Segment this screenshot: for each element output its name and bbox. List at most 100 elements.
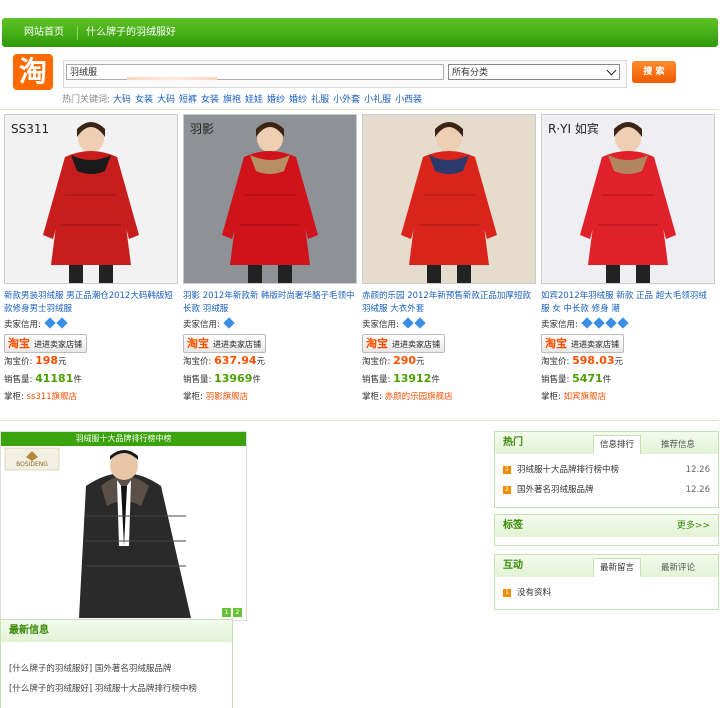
price-value: 598.03: [572, 354, 615, 367]
banner-image: BOSIDENG: [1, 446, 246, 618]
nav-current-link[interactable]: 什么牌子的羽绒服好: [86, 18, 176, 47]
diamond-rating: [222, 317, 235, 330]
category-select[interactable]: 所有分类: [448, 64, 620, 80]
product-price: 淘宝价: 598.03元: [541, 352, 715, 370]
hot-keyword-link[interactable]: 婚纱: [289, 95, 307, 105]
hot-keyword-link[interactable]: 大码: [113, 95, 131, 105]
nav-home-link[interactable]: 网站首页: [24, 18, 64, 47]
product-image-brand: 羽影: [190, 122, 214, 136]
featured-banner[interactable]: 羽绒服十大品牌排行榜中榜 BOSIDENG 12: [0, 431, 247, 621]
list-item-date: 12.26: [685, 485, 710, 495]
product-title[interactable]: 羽影 2012年新款新 韩版时尚奢华貉子毛领中长款 羽绒服: [183, 290, 357, 316]
store-link[interactable]: ss311旗舰店: [27, 392, 78, 402]
product-title[interactable]: 赤颜的乐园 2012年新预售新款正品加厚短款羽绒服 大衣外套: [362, 290, 536, 316]
diamond-icon: [592, 317, 605, 329]
sales-unit: 件: [73, 375, 82, 385]
diamond-icon: [616, 317, 629, 329]
taobao-badge: 淘宝: [8, 337, 30, 350]
product-store: 掌柜: ss311旗舰店: [4, 388, 178, 406]
more-link[interactable]: 更多>>: [677, 515, 710, 537]
credit-label: 卖家信用:: [541, 320, 578, 330]
banner-page-2[interactable]: 2: [233, 608, 242, 617]
sales-label: 销售量:: [4, 375, 33, 385]
store-label: 掌柜:: [183, 392, 203, 402]
diamond-icon: [413, 317, 426, 329]
diamond-icon: [401, 317, 414, 329]
price-label: 淘宝价:: [183, 357, 212, 367]
product-title[interactable]: 如宾2012年羽绒服 新款 正品 超大毛领羽绒服 女 中长款 修身 潮: [541, 290, 715, 316]
news-item[interactable]: [什么牌子的羽绒服好] 羽绒服十大品牌排行榜中榜: [9, 682, 197, 694]
product-image[interactable]: [362, 114, 536, 284]
banner-title: 羽绒服十大品牌排行榜中榜: [1, 432, 246, 446]
hot-box-title: 热门: [503, 437, 523, 448]
price-unit: 元: [416, 357, 425, 367]
enter-shop-label: 进进卖家店铺: [213, 340, 261, 349]
list-item-text: 没有资料: [517, 588, 552, 598]
hot-keyword-link[interactable]: 短裤: [179, 95, 197, 105]
list-item-date: 12.26: [685, 465, 710, 475]
product-price: 淘宝价: 637.94元: [183, 352, 357, 370]
enter-shop-button[interactable]: 淘宝 进进卖家店铺: [183, 334, 266, 353]
search-input[interactable]: 羽绒服: [66, 64, 444, 80]
sales-value: 5471: [572, 372, 603, 385]
hot-keyword-link[interactable]: 礼服: [311, 95, 329, 105]
top-nav: 网站首页 什么牌子的羽绒服好: [2, 18, 718, 47]
hot-keyword-link[interactable]: 娃娃: [245, 95, 263, 105]
tab-latest-messages[interactable]: 最新留言: [593, 558, 642, 577]
enter-shop-button[interactable]: 淘宝 进进卖家店铺: [362, 334, 445, 353]
list-item[interactable]: 1 羽绒服十大品牌排行榜中榜 12.26: [495, 460, 718, 480]
hot-keyword-link[interactable]: 小礼服: [364, 95, 391, 105]
enter-shop-label: 进进卖家店铺: [392, 340, 440, 349]
store-link[interactable]: 羽影旗舰店: [206, 392, 249, 402]
sales-value: 13969: [214, 372, 253, 385]
list-item-text[interactable]: 国外著名羽绒服品牌: [517, 485, 594, 495]
hot-keyword-link[interactable]: 女装: [135, 95, 153, 105]
price-value: 198: [35, 354, 59, 367]
list-item[interactable]: 2 国外著名羽绒服品牌 12.26: [495, 480, 718, 500]
taobao-logo[interactable]: 淘: [13, 54, 53, 90]
product-card: SS311 新款男装羽绒服 男正品潮仓2012大码韩版短款修身男士羽绒服 卖家信用:…: [4, 114, 178, 406]
news-item[interactable]: [什么牌子的羽绒服好] 国外著名羽绒服品牌: [9, 662, 171, 674]
hot-keywords: 热门关键词: 大码 女装 大码 短裤 女装 旗袍 娃娃 婚纱 婚纱 礼服 小外套 小礼服 小西装: [62, 92, 426, 105]
interact-box: 互动 最新留言 最新评论 1 没有资料: [494, 554, 719, 610]
product-store: 掌柜: 羽影旗舰店: [183, 388, 357, 406]
tag-box-title: 标签: [503, 520, 523, 531]
search-button[interactable]: 搜 索: [632, 61, 676, 83]
taobao-badge: 淘宝: [187, 337, 209, 350]
credit-label: 卖家信用:: [183, 320, 220, 330]
tab-info-ranking[interactable]: 信息排行: [593, 435, 642, 454]
product-image[interactable]: R·YI 如宾: [541, 114, 715, 284]
seller-credit: 卖家信用:: [4, 316, 178, 334]
taobao-badge: 淘宝: [545, 337, 567, 350]
enter-shop-button[interactable]: 淘宝 进进卖家店铺: [541, 334, 624, 353]
hot-keyword-link[interactable]: 婚纱: [267, 95, 285, 105]
tab-latest-comments[interactable]: 最新评论: [655, 559, 701, 577]
taobao-badge: 淘宝: [366, 337, 388, 350]
banner-pager: 12: [220, 607, 242, 617]
store-link[interactable]: 赤颜的乐园旗舰店: [385, 392, 453, 402]
diamond-rating: [580, 317, 629, 330]
enter-shop-button[interactable]: 淘宝 进进卖家店铺: [4, 334, 87, 353]
hot-keyword-link[interactable]: 女装: [201, 95, 219, 105]
product-image-brand: SS311: [11, 122, 49, 136]
diamond-icon: [604, 317, 617, 329]
banner-page-1[interactable]: 1: [222, 608, 231, 617]
product-image[interactable]: SS311: [4, 114, 178, 284]
diamond-icon: [580, 317, 593, 329]
rank-badge: 1: [503, 589, 511, 597]
hot-keyword-link[interactable]: 大码: [157, 95, 175, 105]
hot-keyword-link[interactable]: 旗袍: [223, 95, 241, 105]
list-item-text[interactable]: 羽绒服十大品牌排行榜中榜: [517, 465, 619, 475]
product-title[interactable]: 新款男装羽绒服 男正品潮仓2012大码韩版短款修身男士羽绒服: [4, 290, 178, 316]
price-unit: 元: [256, 357, 266, 367]
product-image[interactable]: 羽影: [183, 114, 357, 284]
credit-label: 卖家信用:: [362, 320, 399, 330]
hot-keyword-link[interactable]: 小外套: [333, 95, 360, 105]
hot-keyword-link[interactable]: 小西装: [395, 95, 422, 105]
product-card: 羽影羽影 2012年新款新 韩版时尚奢华貉子毛领中长款 羽绒服卖家信用: 淘宝进…: [183, 114, 357, 406]
tab-recommended[interactable]: 推荐信息: [655, 436, 701, 454]
store-link[interactable]: 如宾旗舰店: [564, 392, 607, 402]
sales-label: 销售量:: [362, 375, 391, 385]
store-label: 掌柜:: [4, 392, 24, 402]
seller-credit: 卖家信用:: [362, 316, 536, 334]
